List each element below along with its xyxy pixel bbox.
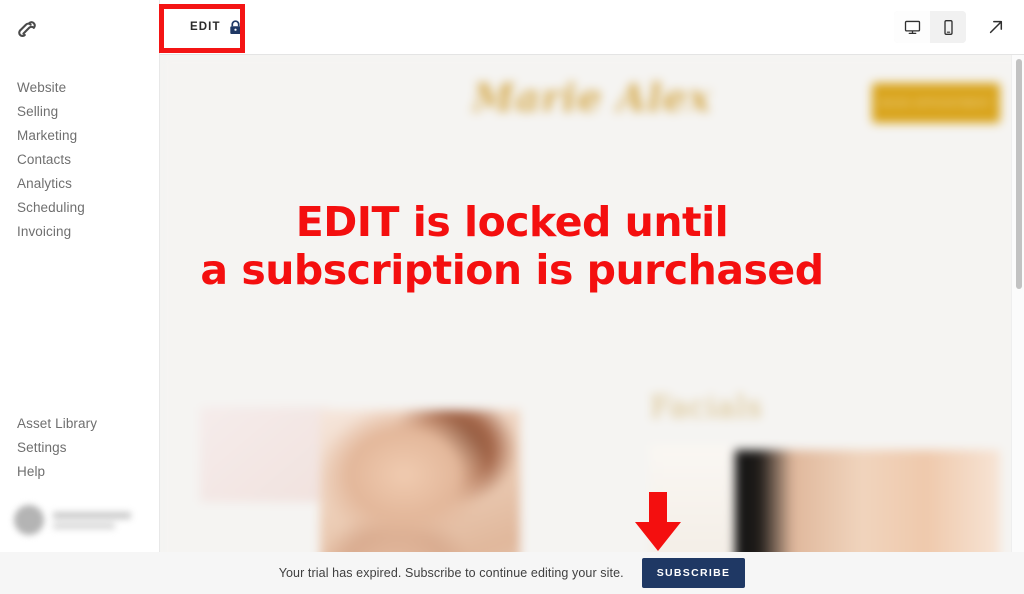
squarespace-dashboard: Website Selling Marketing Contacts Analy… xyxy=(0,0,1024,594)
avatar xyxy=(14,505,44,535)
site-decorative-shape xyxy=(200,407,330,502)
sidebar-item-website[interactable]: Website xyxy=(0,76,159,100)
vertical-scrollbar-thumb[interactable] xyxy=(1016,59,1022,289)
left-sidebar: Website Selling Marketing Contacts Analy… xyxy=(0,0,160,552)
site-cta-button[interactable]: Book Appointment xyxy=(872,83,1000,123)
sidebar-item-invoicing[interactable]: Invoicing xyxy=(0,220,159,244)
blurred-site-render: Marie Alex Book Appointment Facials xyxy=(160,55,1024,562)
external-link-arrow-icon[interactable] xyxy=(980,11,1012,43)
top-bar: EDIT xyxy=(133,0,1024,55)
sidebar-item-asset-library[interactable]: Asset Library xyxy=(0,412,159,436)
trial-expired-bar: Your trial has expired. Subscribe to con… xyxy=(0,552,1024,594)
sidebar-secondary-nav: Asset Library Settings Help xyxy=(0,412,159,484)
sidebar-item-selling[interactable]: Selling xyxy=(0,100,159,124)
trial-expired-message: Your trial has expired. Subscribe to con… xyxy=(278,566,624,580)
sidebar-item-marketing[interactable]: Marketing xyxy=(0,124,159,148)
subscribe-button[interactable]: SUBSCRIBE xyxy=(641,558,746,588)
tab-edit-label: EDIT xyxy=(190,21,221,33)
site-portrait-photo xyxy=(320,410,520,562)
sidebar-item-analytics[interactable]: Analytics xyxy=(0,172,159,196)
squarespace-logo-icon[interactable] xyxy=(14,16,40,42)
sidebar-item-settings[interactable]: Settings xyxy=(0,436,159,460)
desktop-monitor-icon[interactable] xyxy=(894,11,930,43)
sidebar-item-contacts[interactable]: Contacts xyxy=(0,148,159,172)
sidebar-primary-nav: Website Selling Marketing Contacts Analy… xyxy=(0,76,159,244)
site-cart-link[interactable] xyxy=(795,96,806,107)
site-section-heading: Facials xyxy=(650,390,763,425)
site-header: Marie Alex Book Appointment xyxy=(160,55,1024,147)
tab-edit[interactable]: EDIT xyxy=(176,0,256,54)
mobile-phone-icon[interactable] xyxy=(930,11,966,43)
site-preview-canvas[interactable]: Marie Alex Book Appointment Facials xyxy=(160,55,1024,562)
account-switcher[interactable] xyxy=(14,505,154,535)
lock-icon xyxy=(229,19,242,35)
sidebar-item-help[interactable]: Help xyxy=(0,460,159,484)
viewport-toggle-group xyxy=(894,11,966,43)
vertical-scrollbar[interactable] xyxy=(1011,55,1024,562)
account-name-redacted xyxy=(53,511,131,529)
site-secondary-photo xyxy=(735,450,1000,562)
sidebar-item-scheduling[interactable]: Scheduling xyxy=(0,196,159,220)
